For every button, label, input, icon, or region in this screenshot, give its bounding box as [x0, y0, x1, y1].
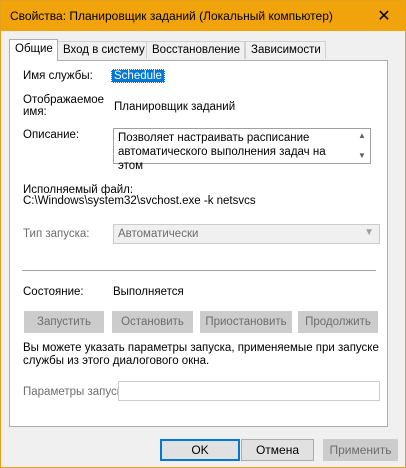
service-name-value[interactable]: Schedule [111, 69, 165, 83]
display-name-label-line2: имя: [23, 106, 47, 118]
close-icon: ✕ [377, 8, 391, 25]
close-button[interactable]: ✕ [363, 1, 405, 31]
display-name-label-line1: Отображаемое [23, 94, 105, 106]
startup-type-label: Тип запуска: [23, 228, 90, 240]
tab-dependencies[interactable]: Зависимости [245, 41, 326, 59]
pause-button[interactable]: Приостановить [200, 311, 292, 333]
title-bar[interactable]: Свойства: Планировщик заданий (Локальный… [1, 1, 405, 31]
window-title: Свойства: Планировщик заданий (Локальный… [10, 9, 333, 23]
description-scrollbar[interactable]: ▲ ▼ [354, 129, 370, 163]
executable-path[interactable]: C:\Windows\system32\svchost.exe -k netsv… [23, 195, 256, 207]
description-label: Описание: [23, 129, 80, 141]
service-properties-dialog: Свойства: Планировщик заданий (Локальный… [0, 0, 406, 468]
startup-type-select[interactable]: Автоматически ▼ [113, 224, 380, 244]
chevron-down-icon: ▼ [364, 227, 374, 238]
stop-button[interactable]: Остановить [112, 311, 193, 333]
description-box[interactable]: Позволяет настраивать расписание автомат… [113, 128, 371, 172]
status-label: Состояние: [23, 286, 84, 298]
description-text: Позволяет настраивать расписание автомат… [118, 132, 326, 172]
tab-recovery[interactable]: Восстановление [146, 41, 245, 59]
start-params-label: Параметры запуска: [23, 386, 132, 398]
cancel-button[interactable]: Отмена [241, 439, 314, 461]
scroll-up-icon[interactable]: ▲ [358, 131, 366, 140]
startup-type-value: Автоматически [118, 228, 199, 240]
separator [22, 270, 376, 271]
tab-logon[interactable]: Вход в систему [57, 41, 150, 59]
hint-line-2: службы из этого диалогового окна. [23, 355, 210, 367]
general-tab-panel: Имя службы: Schedule Отображаемое имя: П… [9, 60, 388, 427]
service-name-label: Имя службы: [23, 70, 93, 82]
tab-general[interactable]: Общие [9, 39, 58, 61]
start-button[interactable]: Запустить [24, 311, 104, 333]
start-params-input[interactable] [118, 381, 380, 401]
apply-button[interactable]: Применить [323, 439, 398, 461]
display-name-value[interactable]: Планировщик заданий [114, 101, 235, 113]
scroll-down-icon[interactable]: ▼ [358, 151, 366, 160]
status-value: Выполняется [113, 286, 184, 298]
ok-button[interactable]: OK [160, 439, 240, 461]
hint-line-1: Вы можете указать параметры запуска, при… [23, 342, 379, 354]
resume-button[interactable]: Продолжить [298, 311, 378, 333]
